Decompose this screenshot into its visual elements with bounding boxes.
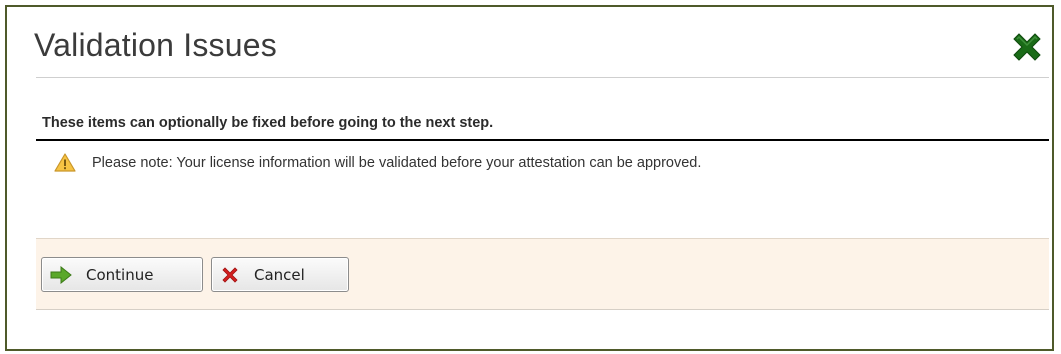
dialog-title: Validation Issues — [34, 27, 277, 63]
section-heading: These items can optionally be fixed befo… — [42, 115, 494, 131]
cancel-button[interactable]: Cancel — [211, 257, 349, 292]
title-divider — [36, 77, 1049, 78]
validation-dialog: Validation Issues These items can option… — [5, 5, 1054, 351]
warning-icon — [54, 153, 76, 172]
footer-bottom-divider — [36, 309, 1049, 310]
note-text: Please note: Your license information wi… — [92, 155, 702, 171]
close-icon[interactable] — [1010, 30, 1044, 64]
continue-button-label: Continue — [86, 265, 154, 284]
section-divider — [36, 139, 1049, 141]
validation-note: Please note: Your license information wi… — [54, 152, 701, 174]
arrow-right-icon — [50, 265, 72, 284]
continue-button[interactable]: Continue — [41, 257, 203, 292]
cancel-button-label: Cancel — [254, 265, 305, 284]
red-x-icon — [222, 266, 238, 283]
